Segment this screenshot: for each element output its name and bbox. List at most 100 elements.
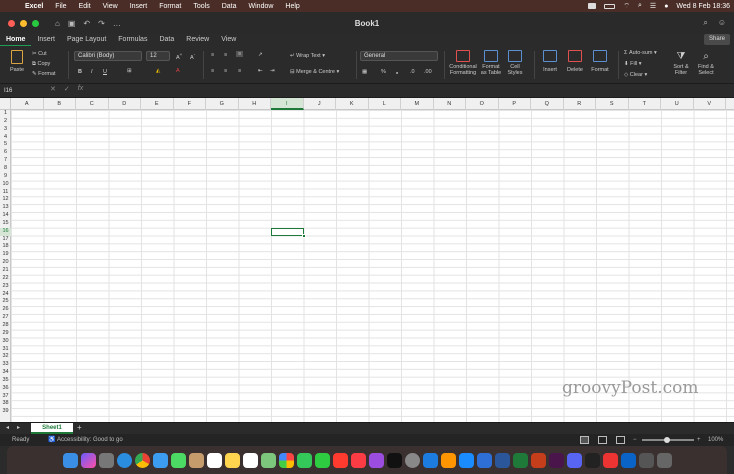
normal-view-icon[interactable] [580,436,589,444]
row-header-34[interactable]: 34 [0,369,11,377]
format-painter-button[interactable]: ✎ Format [32,71,56,77]
search-icon[interactable]: ⌕ [703,18,707,28]
wrap-text-button[interactable]: ↵ Wrap Text ▾ [290,53,325,59]
next-sheet-icon[interactable]: ▸ [17,424,20,431]
increase-decimal-icon[interactable]: .0 [410,69,415,75]
cell-area[interactable] [11,110,734,422]
battery-icon[interactable] [604,3,616,9]
powerpoint-icon[interactable] [530,452,546,468]
trash-icon[interactable] [656,452,672,468]
zoom-in-icon[interactable]: + [697,434,701,446]
row-header-31[interactable]: 31 [0,346,11,354]
paste-button[interactable]: Paste [6,50,28,73]
account-icon[interactable]: ☺ [718,18,726,28]
cut-button[interactable]: ✂ Cut [32,51,47,57]
percent-button[interactable]: % [381,69,386,75]
column-header-a[interactable]: A [11,98,44,110]
column-header-l[interactable]: L [369,98,401,110]
cancel-icon[interactable]: ✕ [50,85,56,93]
row-header-17[interactable]: 17 [0,236,11,244]
align-bottom-icon[interactable]: ≡ [236,51,244,57]
messages-bubble-icon[interactable] [170,452,186,468]
increase-indent-icon[interactable]: ⇥ [270,68,275,74]
excel-icon[interactable] [512,452,528,468]
menu-format[interactable]: Format [159,3,181,10]
font-name-dropdown[interactable]: Calibri (Body) [74,51,142,61]
zoom-level[interactable]: 100% [708,434,723,446]
search-icon[interactable]: ⌕ [638,2,642,10]
name-box[interactable]: I16 [4,86,44,96]
discord-icon[interactable] [566,452,582,468]
tab-home[interactable]: Home [0,34,32,46]
italic-button[interactable]: I [91,69,93,75]
menu-help[interactable]: Help [285,3,299,10]
row-header-5[interactable]: 5 [0,141,11,149]
siri-icon[interactable]: ● [664,3,668,10]
share-button[interactable]: Share [703,34,730,45]
calendar-icon[interactable] [206,452,222,468]
font-color-icon[interactable]: A [176,68,180,74]
page-layout-view-icon[interactable] [598,436,607,444]
column-header-f[interactable]: F [174,98,206,110]
row-header-29[interactable]: 29 [0,330,11,338]
column-header-r[interactable]: R [564,98,596,110]
row-header-7[interactable]: 7 [0,157,11,165]
clear-button[interactable]: ◇ Clear ▾ [624,72,647,78]
column-header-v[interactable]: V [694,98,726,110]
number-format-dropdown[interactable]: General [360,51,438,61]
save-icon[interactable]: ▣ [68,19,76,28]
enter-icon[interactable]: ✓ [64,85,70,93]
column-header-g[interactable]: G [206,98,239,110]
copy-button[interactable]: ⧉ Copy [32,61,50,68]
column-header-s[interactable]: S [596,98,629,110]
row-header-25[interactable]: 25 [0,298,11,306]
home-icon[interactable]: ⌂ [55,19,60,28]
zoom-out-icon[interactable]: − [633,434,637,446]
accounting-format-icon[interactable]: ▦ [362,69,367,75]
row-header-24[interactable]: 24 [0,291,11,299]
news-icon[interactable] [332,452,348,468]
insert-cells-button[interactable]: Insert [540,50,560,73]
prev-sheet-icon[interactable]: ◂ [6,424,9,431]
row-header-10[interactable]: 10 [0,181,11,189]
column-header-b[interactable]: B [44,98,76,110]
accessibility-icon[interactable]: ♿ [48,434,55,446]
row-header-19[interactable]: 19 [0,251,11,259]
row-header-3[interactable]: 3 [0,126,11,134]
menu-data[interactable]: Data [222,3,237,10]
app-store-icon[interactable] [458,452,474,468]
row-header-16[interactable]: 16 [0,227,11,236]
row-header-1[interactable]: 1 [0,110,11,118]
align-middle-icon[interactable]: ≡ [224,52,227,58]
row-header-33[interactable]: 33 [0,361,11,369]
maps-icon[interactable] [260,452,276,468]
notes-icon[interactable] [188,452,204,468]
column-header-d[interactable]: D [109,98,141,110]
find-select-button[interactable]: ⌕ Find & Select [696,50,716,76]
tab-view[interactable]: View [215,34,242,46]
cell-styles-button[interactable]: Cell Styles [506,50,524,76]
launchpad-icon[interactable] [98,452,114,468]
column-header-k[interactable]: K [336,98,369,110]
tab-page-layout[interactable]: Page Layout [61,34,112,46]
status-menu-icon[interactable] [588,3,597,9]
align-right-icon[interactable]: ≡ [238,68,241,74]
row-header-18[interactable]: 18 [0,243,11,251]
menu-file[interactable]: File [55,3,66,10]
chrome-icon[interactable] [134,452,150,468]
control-center-icon[interactable]: ☰ [650,2,656,10]
row-header-21[interactable]: 21 [0,267,11,275]
row-header-11[interactable]: 11 [0,189,11,197]
menu-window[interactable]: Window [249,3,274,10]
tab-formulas[interactable]: Formulas [112,34,153,46]
row-header-14[interactable]: 14 [0,212,11,220]
sort-filter-button[interactable]: ⧩ Sort & Filter [670,50,692,76]
column-header-h[interactable]: H [239,98,271,110]
close-button[interactable] [8,19,15,27]
row-header-35[interactable]: 35 [0,377,11,385]
row-header-8[interactable]: 8 [0,165,11,173]
increase-font-icon[interactable]: A+ [176,52,182,61]
comma-style-icon[interactable]: ❟ [396,69,398,76]
outlook-icon[interactable] [620,452,636,468]
row-header-39[interactable]: 39 [0,408,11,416]
